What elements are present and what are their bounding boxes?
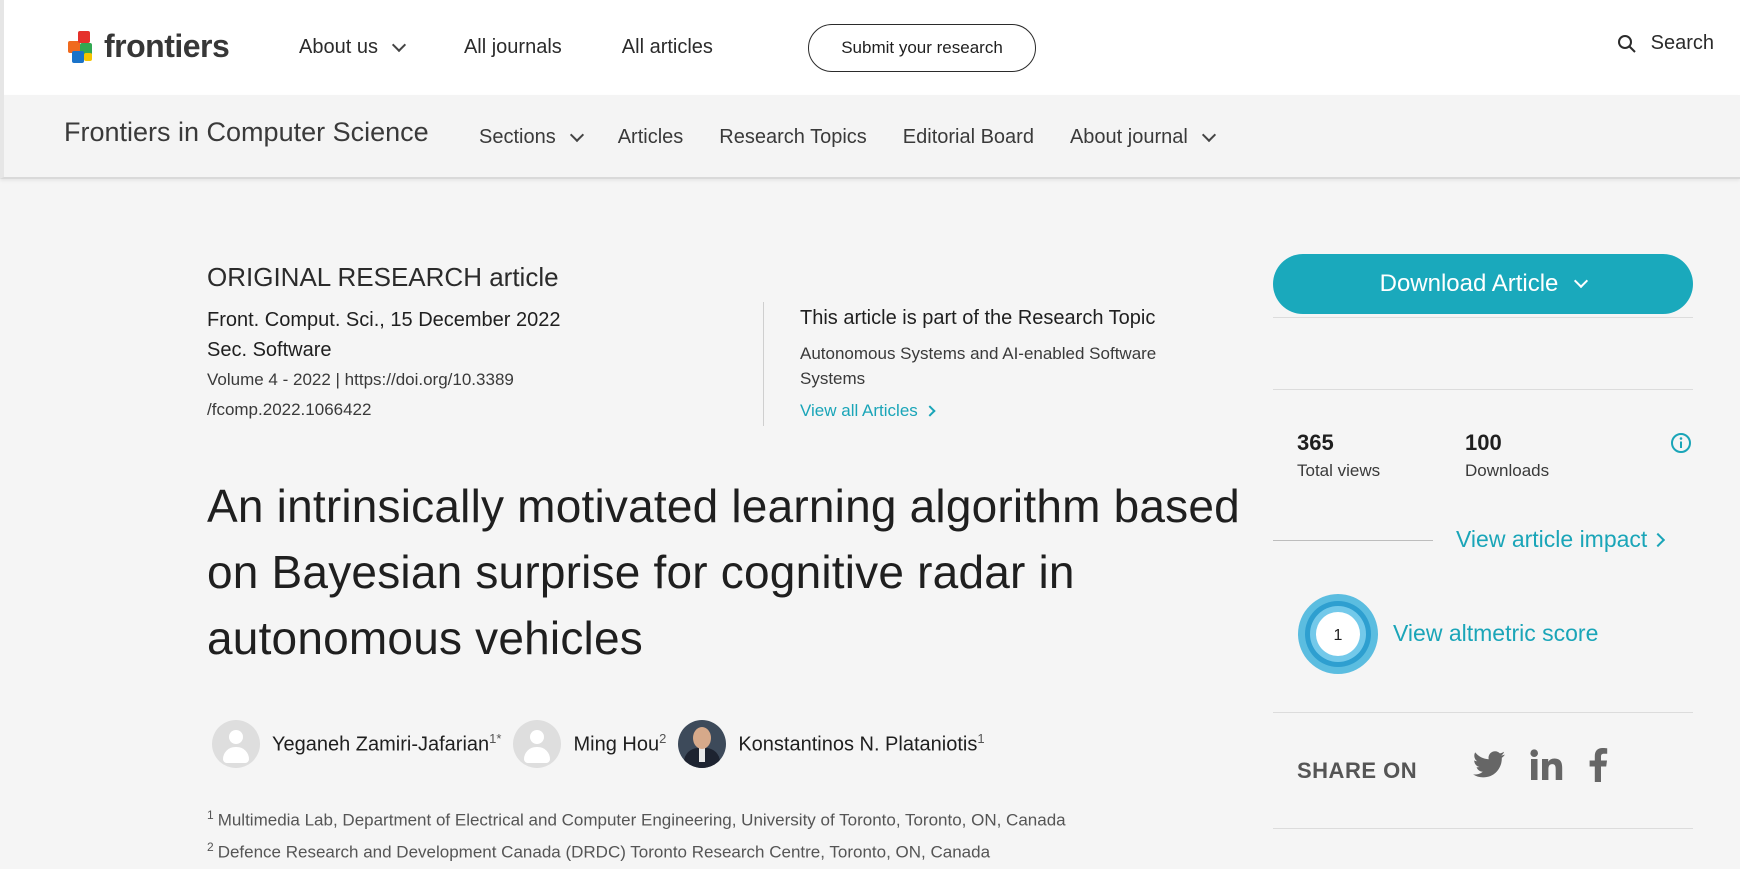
divider	[1273, 540, 1433, 541]
author-list: Yeganeh Zamiri-Jafarian1* Ming Hou2 Kons…	[212, 720, 997, 768]
meta-divider	[763, 302, 764, 426]
journal-nav-sections-label: Sections	[479, 125, 556, 148]
chevron-down-icon	[1574, 273, 1589, 289]
altmetric-score-value: 1	[1334, 627, 1343, 644]
facebook-icon[interactable]	[1588, 748, 1608, 782]
download-article-label: Download Article	[1379, 270, 1559, 297]
downloads-stat: 100 Downloads	[1465, 428, 1549, 484]
author-item[interactable]: Yeganeh Zamiri-Jafarian1*	[212, 720, 501, 768]
journal-nav-research-topics[interactable]: Research Topics	[719, 126, 866, 149]
article-citation: Front. Comput. Sci., 15 December 2022	[207, 309, 561, 331]
frontiers-logo-icon	[68, 29, 96, 65]
nav-all-articles[interactable]: All articles	[622, 36, 713, 59]
chevron-down-icon	[569, 127, 584, 142]
search-button[interactable]: Search	[1617, 32, 1714, 55]
main-nav: About us All journals All articles	[299, 0, 773, 95]
logo-text: frontiers	[104, 28, 230, 64]
twitter-icon[interactable]	[1472, 751, 1506, 779]
chevron-down-icon	[1201, 127, 1216, 142]
affiliation-item: 1 Multimedia Lab, Department of Electrica…	[207, 808, 1066, 830]
divider	[1273, 389, 1693, 390]
view-altmetric-score-link[interactable]: View altmetric score	[1393, 620, 1598, 647]
nav-all-journals-label: All journals	[463, 36, 562, 58]
chevron-down-icon	[391, 37, 407, 53]
research-topic-heading: This article is part of the Research Top…	[800, 307, 1156, 329]
nav-about-us[interactable]: About us	[299, 36, 407, 59]
article-title: An intrinsically motivated learning algo…	[207, 480, 1240, 664]
author-name: Konstantinos N. Plataniotis1	[738, 731, 985, 756]
avatar	[212, 720, 260, 768]
view-article-impact-link[interactable]: View article impact	[1456, 526, 1666, 553]
divider	[1273, 317, 1693, 318]
journal-nav-editorial-board-label: Editorial Board	[902, 125, 1034, 148]
avatar	[678, 720, 727, 768]
journal-nav-about-journal-label: About journal	[1069, 125, 1188, 148]
article-meta: Front. Comput. Sci., 15 December 2022 Se…	[207, 305, 607, 425]
author-item[interactable]: Konstantinos N. Plataniotis1	[678, 720, 985, 768]
avatar	[513, 720, 562, 768]
total-views-label: Total views	[1297, 461, 1381, 480]
article-volume-doi[interactable]: Volume 4 - 2022 | https://doi.org/10.338…	[207, 365, 607, 425]
view-all-articles-link[interactable]: View all Articles	[800, 401, 1220, 421]
divider	[1273, 828, 1693, 829]
view-altmetric-score-label: View altmetric score	[1393, 620, 1599, 646]
top-navbar: frontiers About us All journals All arti…	[0, 0, 1740, 95]
journal-nav-articles-label: Articles	[617, 125, 684, 148]
journal-nav-research-topics-label: Research Topics	[719, 125, 867, 148]
info-icon[interactable]	[1670, 432, 1692, 454]
share-on-label: SHARE ON	[1297, 758, 1418, 783]
view-all-articles-label: View all Articles	[800, 401, 918, 420]
journal-nav: Sections Articles Research Topics Editor…	[479, 95, 1250, 179]
author-name: Yeganeh Zamiri-Jafarian1*	[272, 731, 502, 756]
total-views-count: 365	[1297, 430, 1334, 455]
author-item[interactable]: Ming Hou2	[513, 720, 666, 768]
nav-all-journals[interactable]: All journals	[464, 36, 562, 59]
article-type: ORIGINAL RESEARCH article	[207, 262, 559, 292]
downloads-count: 100	[1465, 430, 1502, 455]
submit-research-button[interactable]: Submit your research	[808, 24, 1036, 72]
altmetric-badge-icon[interactable]: 1	[1296, 592, 1380, 676]
nav-about-us-label: About us	[299, 36, 378, 58]
affiliation-item: 2 Defence Research and Development Canada…	[207, 839, 991, 862]
linkedin-icon[interactable]	[1530, 749, 1564, 781]
journal-nav-editorial-board[interactable]: Editorial Board	[903, 126, 1034, 149]
research-topic-box: This article is part of the Research Top…	[800, 305, 1220, 421]
journal-nav-sections[interactable]: Sections	[479, 125, 584, 149]
journal-bar: Frontiers in Computer Science Sections A…	[0, 95, 1740, 179]
divider	[1273, 712, 1693, 713]
share-icons	[1472, 748, 1632, 782]
frontiers-logo[interactable]: frontiers	[68, 28, 230, 65]
chevron-right-icon	[924, 405, 936, 417]
search-icon	[1617, 34, 1636, 53]
downloads-label: Downloads	[1465, 461, 1550, 480]
download-article-button[interactable]: Download Article	[1273, 254, 1693, 314]
journal-nav-articles[interactable]: Articles	[618, 126, 684, 149]
chevron-right-icon	[1651, 532, 1666, 547]
journal-title[interactable]: Frontiers in Computer Science	[64, 117, 429, 148]
nav-all-articles-label: All articles	[621, 36, 713, 58]
research-topic-name[interactable]: Autonomous Systems and AI-enabled Softwa…	[800, 341, 1220, 391]
author-name: Ming Hou2	[573, 731, 667, 756]
view-article-impact-label: View article impact	[1456, 526, 1648, 552]
total-views-stat: 365 Total views	[1297, 428, 1380, 484]
journal-nav-about-journal[interactable]: About journal	[1069, 125, 1216, 149]
article-section[interactable]: Sec. Software	[207, 335, 607, 365]
search-label: Search	[1650, 32, 1714, 54]
affiliations: 1 Multimedia Lab, Department of Electrica…	[207, 802, 1066, 865]
